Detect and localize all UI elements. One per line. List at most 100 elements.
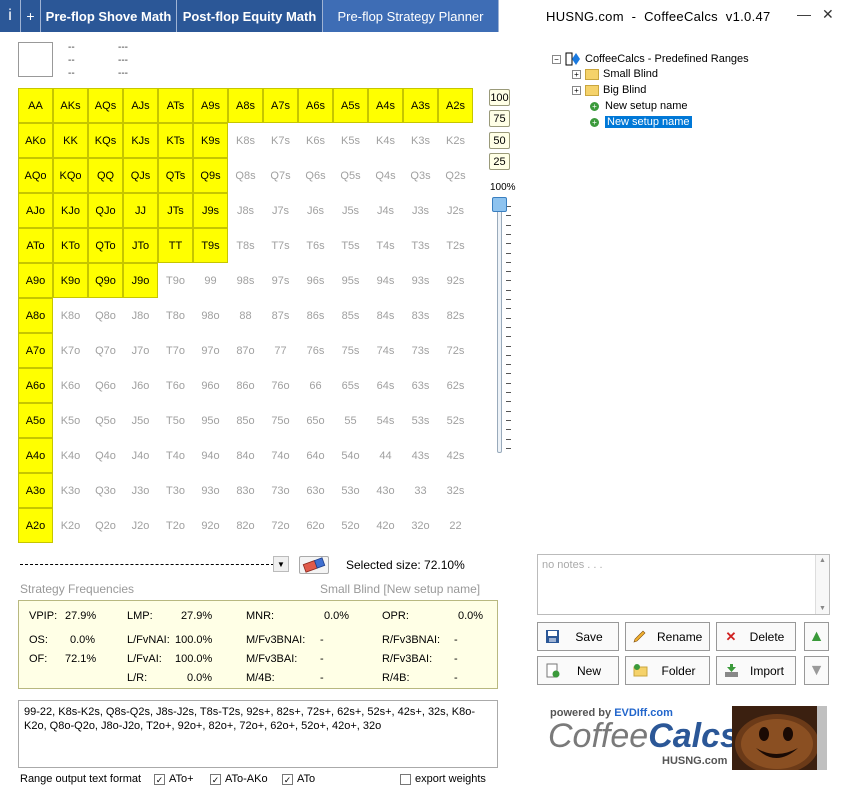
hand-cell-a4o[interactable]: A4o [18, 438, 53, 473]
hand-cell-97o[interactable]: 97o [193, 333, 228, 368]
tab-preflop-shove-math[interactable]: Pre-flop Shove Math [41, 0, 177, 32]
hand-cell-t6s[interactable]: T6s [298, 228, 333, 263]
hand-cell-qjo[interactable]: QJo [88, 193, 123, 228]
hand-cell-kto[interactable]: KTo [53, 228, 88, 263]
delete-button[interactable]: ✕ Delete [716, 622, 796, 651]
hand-cell-52s[interactable]: 52s [438, 403, 473, 438]
hand-cell-q7o[interactable]: Q7o [88, 333, 123, 368]
hand-cell-kjo[interactable]: KJo [53, 193, 88, 228]
hand-cell-44[interactable]: 44 [368, 438, 403, 473]
hand-cell-t8s[interactable]: T8s [228, 228, 263, 263]
hand-cell-ako[interactable]: AKo [18, 123, 53, 158]
hand-cell-t2s[interactable]: T2s [438, 228, 473, 263]
close-button[interactable]: ✕ [822, 6, 834, 23]
hand-cell-96s[interactable]: 96s [298, 263, 333, 298]
hand-cell-j7s[interactable]: J7s [263, 193, 298, 228]
hand-cell-jj[interactable]: JJ [123, 193, 158, 228]
hand-cell-kjs[interactable]: KJs [123, 123, 158, 158]
hand-cell-k8s[interactable]: K8s [228, 123, 263, 158]
hand-cell-96o[interactable]: 96o [193, 368, 228, 403]
hand-cell-kk[interactable]: KK [53, 123, 88, 158]
hand-cell-qts[interactable]: QTs [158, 158, 193, 193]
move-up-button[interactable]: ▲ [804, 622, 829, 651]
hand-cell-73o[interactable]: 73o [263, 473, 298, 508]
hand-cell-54o[interactable]: 54o [333, 438, 368, 473]
hand-cell-t3o[interactable]: T3o [158, 473, 193, 508]
hand-cell-62s[interactable]: 62s [438, 368, 473, 403]
hand-cell-75o[interactable]: 75o [263, 403, 298, 438]
hand-cell-q9o[interactable]: Q9o [88, 263, 123, 298]
hand-cell-84o[interactable]: 84o [228, 438, 263, 473]
hand-cell-63s[interactable]: 63s [403, 368, 438, 403]
hand-cell-94s[interactable]: 94s [368, 263, 403, 298]
folder-button[interactable]: Folder [625, 656, 710, 685]
hand-cell-j2o[interactable]: J2o [123, 508, 158, 543]
format-ato-plus-checkbox[interactable]: ✓ ATo+ [154, 773, 194, 785]
hand-cell-85o[interactable]: 85o [228, 403, 263, 438]
hand-cell-j5s[interactable]: J5s [333, 193, 368, 228]
hand-cell-t9o[interactable]: T9o [158, 263, 193, 298]
tree-folder-small-blind[interactable]: + Small Blind [572, 68, 658, 80]
hand-cell-k2o[interactable]: K2o [53, 508, 88, 543]
hand-cell-j2s[interactable]: J2s [438, 193, 473, 228]
hand-cell-93o[interactable]: 93o [193, 473, 228, 508]
range-slider-track[interactable] [497, 205, 502, 453]
hand-cell-aqo[interactable]: AQo [18, 158, 53, 193]
tree-setup-item[interactable]: + New setup name [590, 100, 688, 112]
hand-cell-kqs[interactable]: KQs [88, 123, 123, 158]
hand-cell-a9o[interactable]: A9o [18, 263, 53, 298]
hand-cell-32s[interactable]: 32s [438, 473, 473, 508]
chevron-down-icon[interactable]: ▼ [273, 556, 289, 572]
hand-cell-75s[interactable]: 75s [333, 333, 368, 368]
info-tab[interactable]: i [0, 0, 21, 32]
hand-cell-86o[interactable]: 86o [228, 368, 263, 403]
hand-cell-53s[interactable]: 53s [403, 403, 438, 438]
hand-cell-j4s[interactable]: J4s [368, 193, 403, 228]
hand-cell-88[interactable]: 88 [228, 298, 263, 333]
hand-cell-43o[interactable]: 43o [368, 473, 403, 508]
hand-cell-aks[interactable]: AKs [53, 88, 88, 123]
hand-cell-k9s[interactable]: K9s [193, 123, 228, 158]
hand-cell-98o[interactable]: 98o [193, 298, 228, 333]
hand-cell-jto[interactable]: JTo [123, 228, 158, 263]
tab-preflop-strategy-planner[interactable]: Pre-flop Strategy Planner [323, 0, 499, 32]
hand-cell-83s[interactable]: 83s [403, 298, 438, 333]
range-output-text[interactable]: 99-22, K8s-K2s, Q8s-Q2s, J8s-J2s, T8s-T2… [18, 700, 498, 768]
hand-cell-k6s[interactable]: K6s [298, 123, 333, 158]
hand-cell-j3o[interactable]: J3o [123, 473, 158, 508]
hand-cell-ajs[interactable]: AJs [123, 88, 158, 123]
hand-cell-qjs[interactable]: QJs [123, 158, 158, 193]
hand-cell-ats[interactable]: ATs [158, 88, 193, 123]
hand-cell-q4s[interactable]: Q4s [368, 158, 403, 193]
hand-cell-87s[interactable]: 87s [263, 298, 298, 333]
hand-cell-95s[interactable]: 95s [333, 263, 368, 298]
hand-cell-k3s[interactable]: K3s [403, 123, 438, 158]
format-ato-ako-checkbox[interactable]: ✓ ATo-AKo [210, 773, 268, 785]
hand-cell-j6o[interactable]: J6o [123, 368, 158, 403]
hand-cell-k5o[interactable]: K5o [53, 403, 88, 438]
hand-cell-a8o[interactable]: A8o [18, 298, 53, 333]
hand-cell-76s[interactable]: 76s [298, 333, 333, 368]
hand-cell-72o[interactable]: 72o [263, 508, 298, 543]
hand-cell-92s[interactable]: 92s [438, 263, 473, 298]
hand-cell-q2s[interactable]: Q2s [438, 158, 473, 193]
hand-cell-84s[interactable]: 84s [368, 298, 403, 333]
hand-cell-j4o[interactable]: J4o [123, 438, 158, 473]
percent-75-button[interactable]: 75 [489, 110, 510, 127]
hand-cell-a6o[interactable]: A6o [18, 368, 53, 403]
percent-100-button[interactable]: 100 [489, 89, 510, 106]
hand-cell-65o[interactable]: 65o [298, 403, 333, 438]
hand-cell-k5s[interactable]: K5s [333, 123, 368, 158]
hand-cell-t8o[interactable]: T8o [158, 298, 193, 333]
hand-cell-k2s[interactable]: K2s [438, 123, 473, 158]
hand-cell-64o[interactable]: 64o [298, 438, 333, 473]
hand-cell-a9s[interactable]: A9s [193, 88, 228, 123]
hand-cell-33[interactable]: 33 [403, 473, 438, 508]
add-tab[interactable]: + [21, 0, 41, 32]
hand-cell-55[interactable]: 55 [333, 403, 368, 438]
hand-cell-j3s[interactable]: J3s [403, 193, 438, 228]
hand-cell-43s[interactable]: 43s [403, 438, 438, 473]
hand-cell-99[interactable]: 99 [193, 263, 228, 298]
hand-cell-53o[interactable]: 53o [333, 473, 368, 508]
hand-cell-82o[interactable]: 82o [228, 508, 263, 543]
